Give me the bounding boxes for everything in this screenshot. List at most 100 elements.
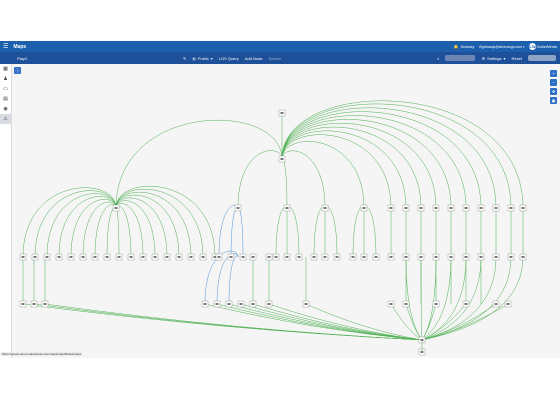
settings-dropdown[interactable]: ⚙ Settings ▾ [481, 56, 505, 61]
map-node-bottom-icon [304, 303, 308, 305]
privacy-label: Public [197, 55, 209, 61]
map-node-leaf-icon [241, 256, 245, 258]
layout-select[interactable] [528, 55, 556, 61]
edge-hub-right [281, 111, 482, 209]
add-node-button[interactable]: Add Node [245, 56, 263, 61]
sidebar-grid-icon[interactable]: ▦ [0, 64, 11, 74]
edge-to-sink [421, 256, 512, 341]
status-bar-url: https://space-demo.solarwinds.com/maps/m… [0, 352, 84, 356]
map-node-leaf-icon [177, 256, 181, 258]
map-canvas[interactable]: ⓘ + − ✥ ▣ [11, 64, 560, 358]
map-node-leaf-icon [494, 256, 498, 258]
privacy-dropdown[interactable]: ◍ Public ▾ [192, 56, 212, 61]
edge-to-sink [22, 303, 423, 341]
sidebar-monitor-icon[interactable]: ▭ [0, 84, 11, 94]
map-node-bottom-icon [215, 303, 219, 305]
map-node-group-icon [323, 207, 327, 209]
app-title: Maps [13, 43, 27, 50]
edge-group-leaf [94, 204, 117, 258]
edge-hub-right [281, 126, 422, 209]
map-node-bottom-icon [494, 303, 498, 305]
brand-badge: S.W [528, 43, 536, 50]
layout-select-box[interactable] [528, 55, 556, 61]
edge-to-sink [405, 303, 423, 341]
pencil-icon: ✎ [182, 55, 187, 61]
map-node-leaf-icon [81, 256, 85, 258]
map-node-leaf-icon [285, 256, 289, 258]
edge-group-leaf [106, 206, 117, 258]
bell-icon[interactable]: 🔔 [454, 44, 459, 49]
search-icon[interactable]: ⌕ [437, 56, 439, 61]
search-input[interactable]: Search [269, 56, 282, 61]
map-node-group-icon [362, 207, 366, 209]
secondary-search-field[interactable] [445, 55, 476, 61]
edge-blue-drop [216, 253, 239, 305]
edge-group-leaf [363, 206, 377, 258]
sidebar-user-icon[interactable]: ♟ [0, 74, 11, 84]
edge-to-sink [228, 303, 423, 341]
edge-hub-right [281, 123, 437, 209]
edge-blue-leaf [230, 207, 239, 258]
settings-label: Settings [487, 55, 502, 61]
edit-button[interactable]: ✎ [183, 56, 186, 61]
user-menu[interactable]: flighbacqk@silverdugs.com [479, 45, 522, 49]
edge-hub-right [281, 119, 452, 209]
map-node-right-icon [404, 207, 408, 209]
edge-group-leaf [70, 199, 117, 258]
edge-blue-leaf [237, 207, 244, 258]
hamburger-menu-icon[interactable]: ☰ [3, 43, 8, 50]
sidebar-alert-icon[interactable]: ⚠ [0, 114, 11, 124]
brand-logo: S.W SolarWinds [528, 43, 557, 50]
edge-group-leaf [58, 196, 117, 258]
secondary-search-box[interactable] [445, 55, 476, 61]
map-node-leaf-icon [229, 256, 233, 258]
edge-to-sink [421, 256, 482, 341]
sidebar-network-icon[interactable]: ◉ [0, 104, 11, 114]
map-name[interactable]: PlayC [17, 56, 28, 61]
map-node-right-icon [449, 207, 453, 209]
brand-name: SolarWinds [536, 44, 557, 49]
map-node-root-icon [280, 112, 284, 114]
map-node-bottom-icon [239, 303, 243, 305]
map-node-leaf-icon [251, 256, 255, 258]
edge-group-leaf [313, 206, 326, 258]
map-node-leaf-icon [117, 256, 121, 258]
edge-to-sink [421, 256, 437, 341]
edge-group-leaf [82, 201, 117, 258]
map-node-group-icon [389, 207, 393, 209]
edge-to-sink [405, 256, 423, 341]
map-node-leaf-icon [419, 256, 423, 258]
map-node-leaf-icon [312, 256, 316, 258]
edge-hub-group [281, 134, 392, 209]
map-node-bottom-icon [506, 303, 510, 305]
map-node-bottom-icon [464, 303, 468, 305]
top-navbar: ☰ Maps 🔔 Nobody flighbacqk@silverdugs.co… [0, 41, 560, 52]
map-node-leaf-icon [274, 256, 278, 258]
map-node-leaf-icon [201, 256, 205, 258]
map-node-leaf-icon [217, 256, 221, 258]
map-node-leaf-icon [105, 256, 109, 258]
edge-hub-group [115, 119, 283, 209]
edge-to-sink [305, 303, 423, 341]
edge-to-sink [421, 256, 497, 341]
edge-to-sink [204, 303, 423, 341]
sidebar-server-icon[interactable]: ▤ [0, 94, 11, 104]
map-node-right-icon [434, 207, 438, 209]
edge-to-sink [421, 303, 497, 341]
map-node-group-icon [114, 207, 118, 209]
edge-group-leaf [46, 193, 117, 258]
map-node-leaf-icon [389, 256, 393, 258]
map-node-leaf-icon [335, 256, 339, 258]
los-query-button[interactable]: LOS Query [219, 56, 239, 61]
map-node-leaf-icon [57, 256, 61, 258]
map-node-leaf-icon [45, 256, 49, 258]
reset-button[interactable]: Reset [512, 56, 522, 61]
chevron-down-icon: ▾ [210, 55, 213, 61]
chevron-down-icon[interactable]: ▾ [523, 45, 525, 49]
edge-blue-leaf [218, 204, 239, 258]
map-node-bottom-icon [267, 303, 271, 305]
notifications-label[interactable]: Nobody [461, 44, 475, 49]
map-node-bottom-icon [203, 303, 207, 305]
map-node-leaf-icon [141, 256, 145, 258]
edge-group-leaf [275, 206, 288, 258]
